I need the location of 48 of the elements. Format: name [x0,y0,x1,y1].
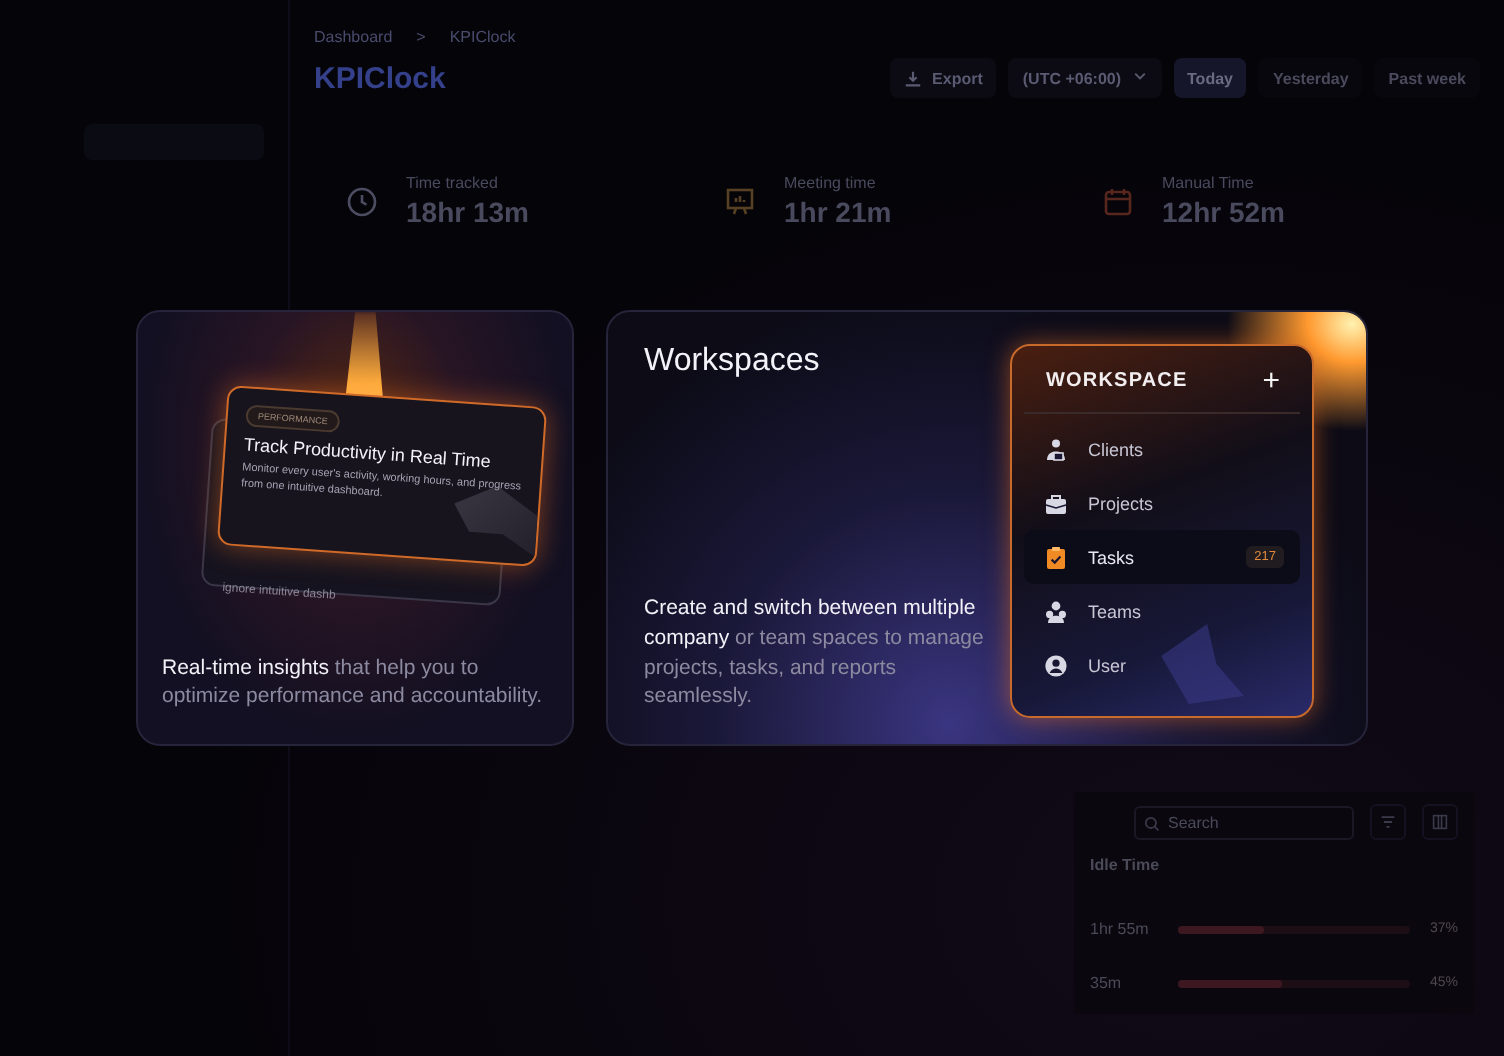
range-tab[interactable]: Today [1173,58,1247,98]
download-icon [904,69,923,87]
clock-icon [346,185,378,217]
panel-title: WORKSPACE [1046,370,1188,392]
calendar-icon [1102,185,1134,217]
timezone-dropdown[interactable]: (UTC +06:00) [1008,58,1162,98]
item-label: Teams [1088,601,1144,621]
stat-value: 18hr 13m [406,196,529,228]
workspace-item[interactable]: Clients [1024,422,1300,476]
item-label: Tasks [1088,547,1137,567]
stat-label: Time tracked [406,174,500,192]
person-badge-icon [1044,437,1068,461]
columns-icon [1432,814,1448,830]
user-circle-icon [1044,653,1068,677]
item-label: User [1088,655,1129,675]
range-tab[interactable]: Past week [1374,58,1480,98]
search-field[interactable]: Search [1134,805,1354,839]
item-label: Projects [1088,493,1156,513]
workspace-item[interactable]: Projects [1024,476,1300,530]
export-button[interactable]: Export [890,58,997,98]
table-cell-text: 35m [1090,974,1124,992]
people-group-icon [1044,599,1068,623]
card-caption: Real-time insights that help you to optimize performance and accountability. [162,653,545,712]
stat-value: 12hr 52m [1162,196,1285,228]
filter-button[interactable] [1370,804,1406,840]
presentation-board-icon [724,185,756,217]
breadcrumb-separator: > [416,28,426,46]
item-label: Clients [1088,439,1146,459]
card-caption: Create and switch between multiple company or team spaces to manage projects, tasks, and reports seamlessly. [644,594,986,712]
table-cell-text: 1hr 55m [1090,920,1151,938]
briefcase-icon [1044,491,1068,515]
stat-label: Manual Time [1162,174,1256,192]
stat-value: 1hr 21m [784,196,892,228]
column-header: Idle Time [1090,856,1162,878]
stat-label: Meeting time [784,174,878,192]
search-icon [1144,815,1160,831]
workspace-item[interactable]: Teams [1024,584,1300,638]
filter-icon [1380,814,1396,830]
columns-button[interactable] [1422,804,1458,840]
breadcrumb-link[interactable]: KPIClock [449,28,516,46]
breadcrumb-link[interactable]: Dashboard [314,28,393,46]
caret-icon [1131,68,1148,84]
clipboard-check-icon [1044,545,1068,569]
add-button[interactable]: + [1262,366,1280,396]
card-title: Workspaces [644,344,822,380]
range-tab[interactable]: Yesterday [1258,58,1363,98]
workspace-item[interactable]: User [1024,638,1300,692]
page-title: KPIClock [314,61,446,95]
